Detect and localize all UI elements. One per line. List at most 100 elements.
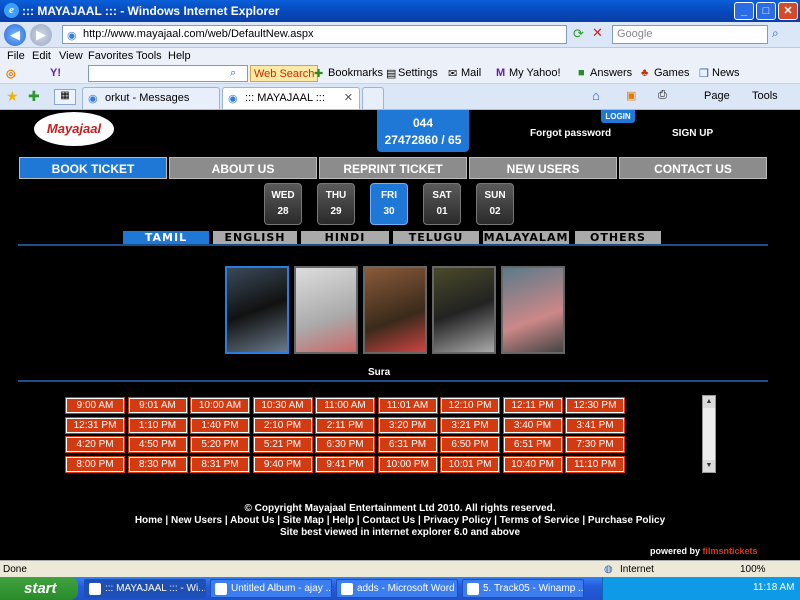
showtime-button[interactable]: 9:00 AM xyxy=(65,397,125,414)
minimize-button[interactable]: _ xyxy=(734,2,754,20)
showtime-button[interactable]: 4:20 PM xyxy=(65,436,125,453)
settings-button[interactable]: Settings xyxy=(398,67,438,79)
quick-tabs-icon[interactable]: ▦ xyxy=(54,89,76,105)
new-tab-button[interactable] xyxy=(362,87,384,109)
stop-icon[interactable]: ✕ xyxy=(592,25,603,41)
lang-hindi[interactable]: HINDI xyxy=(301,231,389,244)
showtime-button[interactable]: 11:10 PM xyxy=(565,455,625,473)
lang-malayalam[interactable]: MALAYALAM xyxy=(483,231,569,244)
tab-close-icon[interactable]: ✕ xyxy=(344,91,353,104)
showtime-button[interactable]: 6:31 PM xyxy=(377,436,438,453)
showtime-button[interactable]: 7:30 PM xyxy=(565,436,625,453)
showtime-button[interactable]: 5:20 PM xyxy=(190,436,250,453)
showtime-button[interactable]: 12:31 PM xyxy=(65,416,125,434)
showtime-button[interactable]: 3:20 PM xyxy=(377,416,438,434)
lang-telugu[interactable]: TELUGU xyxy=(393,231,479,244)
search-input[interactable]: Google xyxy=(612,25,768,44)
tab-about-us[interactable]: ABOUT US xyxy=(169,157,317,179)
menu-favorites[interactable]: Favorites xyxy=(88,50,133,62)
powered-brand[interactable]: filmsntickets xyxy=(703,546,758,556)
showtime-button[interactable]: 10:40 PM xyxy=(502,455,563,473)
showtime-button[interactable]: 12:10 PM xyxy=(440,397,500,414)
news-button[interactable]: News xyxy=(712,67,740,79)
clock[interactable]: 11:18 AM xyxy=(753,582,795,593)
login-button[interactable]: LOGIN xyxy=(601,110,635,123)
showtime-button[interactable]: 11:00 AM xyxy=(315,397,375,414)
showtime-button[interactable]: 10:30 AM xyxy=(252,397,313,414)
yahoo-logo-icon[interactable]: Y! xyxy=(50,67,61,79)
tab-orkut[interactable]: ◉ orkut - Messages xyxy=(82,87,220,109)
toolbar-logo-icon[interactable]: ◎ xyxy=(6,67,16,80)
movie-poster-4[interactable] xyxy=(432,266,496,354)
web-search-button[interactable]: Web Search xyxy=(250,65,319,82)
tab-reprint-ticket[interactable]: REPRINT TICKET xyxy=(319,157,467,179)
lang-others[interactable]: OTHERS xyxy=(575,231,661,244)
tab-book-ticket[interactable]: BOOK TICKET xyxy=(19,157,167,179)
url-input[interactable]: ◉ http://www.mayajaal.com/web/DefaultNew.… xyxy=(62,25,567,44)
mayajaal-logo[interactable]: Mayajaal xyxy=(34,112,114,146)
zoom-level[interactable]: 100% xyxy=(740,564,766,575)
showtime-button[interactable]: 8:30 PM xyxy=(127,455,188,473)
toolbar-search-icon[interactable]: ⌕ xyxy=(230,67,236,80)
games-button[interactable]: Games xyxy=(654,67,689,79)
movie-poster-sura[interactable] xyxy=(225,266,289,354)
day-thu[interactable]: THU 29 xyxy=(317,183,355,225)
showtime-button[interactable]: 2:10 PM xyxy=(252,416,313,434)
answers-button[interactable]: Answers xyxy=(590,67,632,79)
search-icon[interactable]: ⌕ xyxy=(772,26,779,41)
showtime-button[interactable]: 8:00 PM xyxy=(65,455,125,473)
forward-button[interactable]: ▶ xyxy=(30,24,52,46)
forgot-password-link[interactable]: Forgot password xyxy=(530,128,611,139)
add-favorites-icon[interactable]: ✚ xyxy=(28,88,40,105)
mail-button[interactable]: Mail xyxy=(461,67,481,79)
showtime-button[interactable]: 3:40 PM xyxy=(502,416,563,434)
lang-english[interactable]: ENGLISH xyxy=(213,231,297,244)
showtime-button[interactable]: 10:00 AM xyxy=(190,397,250,414)
favorites-star-icon[interactable]: ★ xyxy=(6,88,19,105)
showtime-button[interactable]: 12:30 PM xyxy=(565,397,625,414)
showtime-button[interactable]: 6:51 PM xyxy=(502,436,563,453)
showtime-button[interactable]: 9:41 PM xyxy=(315,455,375,473)
refresh-icon[interactable]: ⟳ xyxy=(573,26,584,42)
showtime-button[interactable]: 5:21 PM xyxy=(252,436,313,453)
showtime-button[interactable]: 3:41 PM xyxy=(565,416,625,434)
movie-poster-3[interactable] xyxy=(363,266,427,354)
menu-view[interactable]: View xyxy=(59,50,83,62)
my-yahoo-button[interactable]: My Yahoo! xyxy=(509,67,561,79)
back-button[interactable]: ◀ xyxy=(4,24,26,46)
tab-mayajaal[interactable]: ◉::: MAYAJAAL ::: ✕ xyxy=(222,87,360,109)
showtime-button[interactable]: 3:21 PM xyxy=(440,416,500,434)
showtime-button[interactable]: 10:01 PM xyxy=(440,455,500,473)
menu-edit[interactable]: Edit xyxy=(32,50,51,62)
tools-menu[interactable]: Tools xyxy=(752,90,778,102)
page-menu[interactable]: Page xyxy=(704,90,730,102)
scroll-up-icon[interactable]: ▲ xyxy=(703,396,715,408)
task-mayajaal[interactable]: ::: MAYAJAAL ::: - Wi... xyxy=(84,579,206,598)
menu-tools[interactable]: Tools xyxy=(136,50,162,62)
lang-tamil[interactable]: TAMIL xyxy=(123,231,209,244)
task-winamp[interactable]: 5. Track05 - Winamp ... xyxy=(462,579,584,598)
sign-up-link[interactable]: SIGN UP xyxy=(672,128,713,139)
showtime-button[interactable]: 6:50 PM xyxy=(440,436,500,453)
feeds-icon[interactable]: ▣ xyxy=(626,89,636,102)
menu-help[interactable]: Help xyxy=(168,50,191,62)
showtime-button[interactable]: 10:00 PM xyxy=(377,455,438,473)
scroll-down-icon[interactable]: ▼ xyxy=(703,460,715,472)
day-sat[interactable]: SAT 01 xyxy=(423,183,461,225)
start-button[interactable]: start xyxy=(0,577,78,600)
showtimes-scrollbar[interactable]: ▲ ▼ xyxy=(702,395,716,473)
movie-poster-2[interactable] xyxy=(294,266,358,354)
showtime-button[interactable]: 12:11 PM xyxy=(502,397,563,414)
showtime-button[interactable]: 9:01 AM xyxy=(127,397,188,414)
showtime-button[interactable]: 1:10 PM xyxy=(127,416,188,434)
showtime-button[interactable]: 8:31 PM xyxy=(190,455,250,473)
footer-links[interactable]: Home | New Users | About Us | Site Map |… xyxy=(0,515,800,527)
menu-file[interactable]: File xyxy=(7,50,25,62)
showtime-button[interactable]: 11:01 AM xyxy=(377,397,438,414)
print-icon[interactable]: ⎙ xyxy=(658,89,667,102)
day-sun[interactable]: SUN 02 xyxy=(476,183,514,225)
tab-contact-us[interactable]: CONTACT US xyxy=(619,157,767,179)
day-fri[interactable]: FRI 30 xyxy=(370,183,408,225)
showtime-button[interactable]: 6:30 PM xyxy=(315,436,375,453)
showtime-button[interactable]: 4:50 PM xyxy=(127,436,188,453)
